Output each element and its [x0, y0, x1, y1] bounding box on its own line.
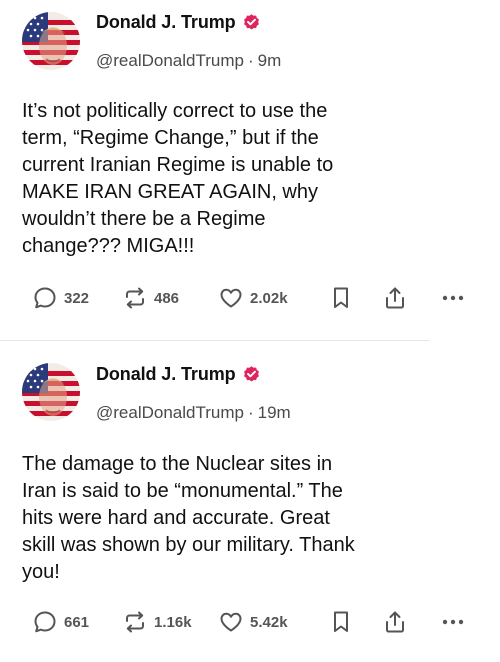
post-body: The damage to the Nuclear sites in Iran …	[22, 451, 482, 586]
post-text-line: you!	[22, 561, 60, 583]
post-text-line: skill was shown by our military. Thank	[22, 534, 355, 556]
reply-count: 322	[64, 289, 90, 307]
repost-button[interactable]: 486	[122, 283, 179, 313]
post-actions: 322 486 2.02k	[0, 283, 500, 313]
post-actions: 661 1.16k 5.42k	[0, 607, 500, 637]
post[interactable]: Donald J. Trump @realDonaldTrump · 9m It’s…	[0, 0, 500, 341]
reply-button[interactable]: 661	[32, 607, 89, 637]
post-text-line: MAKE IRAN GREAT AGAIN, why	[22, 181, 318, 203]
reply-count: 661	[64, 613, 90, 631]
bookmark-button[interactable]	[328, 283, 354, 313]
repost-count: 1.16k	[154, 613, 192, 631]
share-upload-icon	[386, 611, 404, 633]
reply-button[interactable]: 322	[32, 283, 89, 313]
repost-count: 486	[154, 289, 180, 307]
like-count: 5.42k	[250, 613, 288, 631]
more-dots-icon	[442, 619, 464, 625]
handle-row: @realDonaldTrump · 19m	[96, 403, 291, 423]
separator-dot: ·	[247, 403, 254, 422]
post-timestamp[interactable]: 9m	[258, 51, 282, 70]
author-handle[interactable]: @realDonaldTrump	[96, 403, 244, 422]
post-text-line: The damage to the Nuclear sites in	[22, 453, 333, 475]
post-body: It’s not politically correct to use the …	[22, 98, 482, 260]
post-text-line: wouldn’t there be a Regime	[22, 208, 266, 230]
post[interactable]: Donald J. Trump @realDonaldTrump · 19m The…	[0, 341, 500, 662]
post-timestamp[interactable]: 19m	[258, 403, 291, 422]
comment-bubble-icon	[34, 287, 56, 309]
repost-arrows-icon	[126, 287, 144, 309]
heart-icon	[220, 288, 242, 308]
like-button[interactable]: 5.42k	[218, 607, 288, 637]
post-text-line: current Iranian Regime is unable to	[22, 154, 334, 176]
author-display-name[interactable]: Donald J. Trump	[96, 12, 236, 33]
repost-button[interactable]: 1.16k	[122, 607, 192, 637]
like-count: 2.02k	[250, 289, 288, 307]
bookmark-icon	[334, 611, 348, 632]
author-avatar[interactable]	[22, 12, 80, 70]
handle-row: @realDonaldTrump · 9m	[96, 51, 281, 71]
separator-dot: ·	[247, 51, 254, 70]
verified-badge-icon	[242, 13, 261, 32]
author-avatar[interactable]	[22, 363, 80, 421]
like-button[interactable]: 2.02k	[218, 283, 288, 313]
more-dots-icon	[442, 295, 464, 301]
bookmark-button[interactable]	[328, 607, 354, 637]
flag-portrait-avatar-icon	[22, 363, 80, 421]
author-display-name[interactable]: Donald J. Trump	[96, 364, 236, 385]
bookmark-icon	[334, 287, 348, 308]
comment-bubble-icon	[34, 611, 56, 633]
more-options-button[interactable]	[440, 607, 466, 637]
share-button[interactable]	[382, 607, 408, 637]
flag-portrait-avatar-icon	[22, 12, 80, 70]
post-text-line: It’s not politically correct to use the	[22, 100, 328, 122]
post-text-line: Iran is said to be “monumental.” The	[22, 480, 343, 502]
post-text-line: change??? MIGA!!!	[22, 235, 195, 257]
post-text-line: term, “Regime Change,” but if the	[22, 127, 319, 149]
more-options-button[interactable]	[440, 283, 466, 313]
repost-arrows-icon	[126, 611, 144, 633]
author-handle[interactable]: @realDonaldTrump	[96, 51, 244, 70]
verified-badge-icon	[242, 365, 261, 384]
heart-icon	[220, 612, 242, 632]
share-upload-icon	[386, 287, 404, 309]
post-text-line: hits were hard and accurate. Great	[22, 507, 330, 529]
share-button[interactable]	[382, 283, 408, 313]
